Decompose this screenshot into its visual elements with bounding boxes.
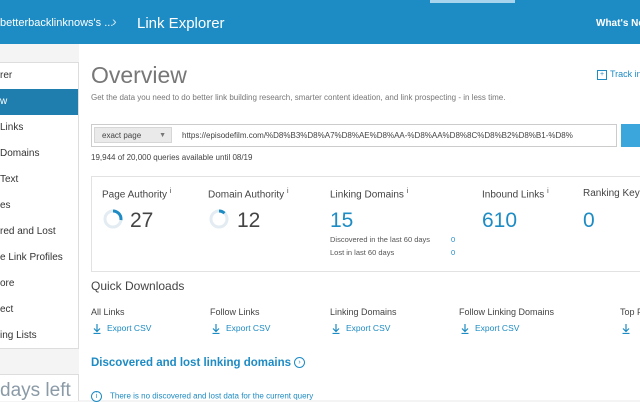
plus-icon: + [597,69,607,80]
gauge-track [209,209,229,229]
discovered-label: Discovered in the last 60 days [330,235,431,244]
page-authority-label: Page Authority i [102,188,172,201]
sidebar-item-label: Links [0,122,24,133]
download-icon [622,323,630,334]
sidebar-item-link-intersect[interactable]: ect [0,297,78,323]
url-input[interactable] [182,128,612,142]
download-icon [212,323,220,334]
sidebar-item-top-pages[interactable]: es [0,193,78,219]
domain-authority-gauge [209,209,229,229]
inbound-links-label: Inbound Links i [482,188,549,201]
quick-downloads-title: Quick Downloads [91,279,185,293]
sidebar-item-label: e Link Profiles [0,252,63,263]
sidebar-item-discovered-and-lost[interactable]: red and Lost [0,219,78,245]
discovered-lost-title[interactable]: Discovered and lost linking domains › [91,357,306,369]
sidebar-item-label: ore [0,278,15,289]
inbound-links-value[interactable]: 610 [482,209,517,233]
trial-days-left: days left [0,374,79,401]
download-label-top-pages: Top P [620,307,640,317]
page-title: Overview [91,62,187,88]
download-label-linking-domains: Linking Domains [330,307,397,317]
query-quota: 19,944 of 20,000 queries available until… [91,153,253,162]
discovered-value[interactable]: 0 [451,235,455,244]
info-icon[interactable]: i [287,188,289,195]
sidebar-item-explorer[interactable]: rer [0,63,78,89]
chevron-right-circle-icon[interactable]: › [294,357,306,369]
sidebar-item-label: Text [0,174,19,185]
scope-select[interactable]: exact page ▼ [94,127,172,143]
sidebar-item-link-tracking-lists[interactable]: ing Lists [0,323,78,349]
scope-select-value: exact page [102,131,142,140]
sidebar-item-inbound-links[interactable]: Links [0,115,78,141]
track-label: Track in [610,69,640,79]
sidebar-item-linking-domains[interactable]: Domains [0,141,78,167]
linking-domains-label: Linking Domains i [330,188,409,201]
info-icon[interactable]: i [170,188,172,195]
sidebar-item-label: w [0,96,8,107]
export-csv-top-pages[interactable] [622,323,636,334]
search-bar: exact page ▼ [91,124,617,147]
domain-authority-value: 12 [237,209,261,232]
page-subtitle: Get the data you need to do better link … [91,93,506,102]
export-csv-follow-links[interactable]: Export CSV [212,323,270,334]
app-title[interactable]: Link Explorer [137,15,225,32]
sidebar-item-label: ing Lists [0,330,37,341]
domain-authority-label: Domain Authority i [208,188,289,201]
sidebar-item-anchor-text[interactable]: Text [0,167,78,193]
whats-new-link[interactable]: What's New [596,18,640,29]
sidebar-item-overview[interactable]: w [0,89,78,115]
page-authority-value: 27 [130,209,154,232]
download-label-follow-links: Follow Links [210,307,260,317]
no-data-message: i There is no discovered and lost data fo… [91,391,313,402]
download-icon [332,323,340,334]
export-csv-all-links[interactable]: Export CSV [93,323,151,334]
chevron-right-icon: › [112,13,117,29]
sidebar-item-label: red and Lost [0,226,56,237]
lost-label: Lost in last 60 days [330,248,395,257]
ranking-keywords-value[interactable]: 0 [583,209,595,233]
sidebar-item-label: rer [0,70,13,81]
info-icon[interactable]: i [407,188,409,195]
track-link[interactable]: + Track in [597,69,640,80]
chevron-down-icon: ▼ [159,132,166,139]
lost-value[interactable]: 0 [451,248,455,257]
sidebar-item-label: ect [0,304,14,315]
sidebar-item-label: es [0,200,11,211]
sidebar-item-label: Domains [0,148,40,159]
info-icon: i [91,391,102,402]
top-bar: betterbacklinknows's ... › Link Explorer… [0,0,640,44]
download-label-follow-linking-domains: Follow Linking Domains [459,307,555,317]
sidebar-item-spam-score[interactable]: ore [0,271,78,297]
active-tab-indicator [430,0,515,3]
export-csv-linking-domains[interactable]: Export CSV [332,323,390,334]
download-label-all-links: All Links [91,307,125,317]
download-icon [461,323,469,334]
analyze-button[interactable] [621,124,640,147]
page-authority-gauge [103,209,123,229]
ranking-keywords-label: Ranking Key [583,188,640,199]
download-icon [93,323,101,334]
sidebar-item-compare-link-profiles[interactable]: e Link Profiles [0,245,78,271]
linking-domains-value[interactable]: 15 [330,209,353,233]
sidebar-nav: rer w Links Domains Text es red and Lost… [0,62,79,349]
info-icon[interactable]: i [547,188,549,195]
export-csv-follow-linking-domains[interactable]: Export CSV [461,323,519,334]
account-breadcrumb[interactable]: betterbacklinknows's ... [0,17,113,29]
